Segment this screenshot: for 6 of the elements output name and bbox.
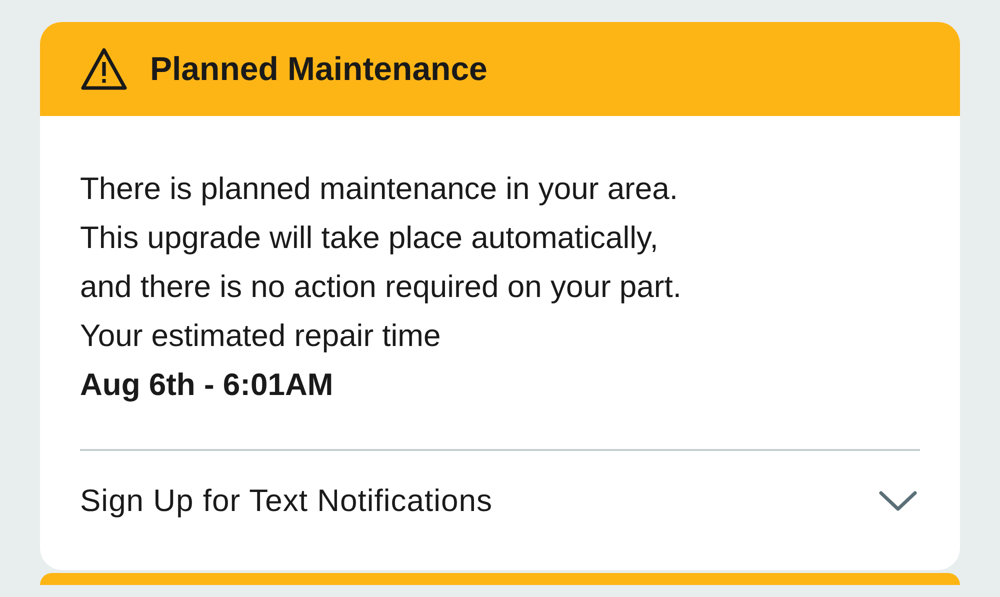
alert-title: Planned Maintenance [150,50,488,88]
notifications-toggle[interactable]: Sign Up for Text Notifications [80,451,920,519]
repair-time: Aug 6th - 6:01AM [80,366,334,404]
warning-icon [80,47,128,91]
alert-message: There is planned maintenance in your area. This upgrade will take place automatically, and there is no action required on your part. Your estimated repair time [80,170,682,355]
chevron-icon [878,489,918,513]
